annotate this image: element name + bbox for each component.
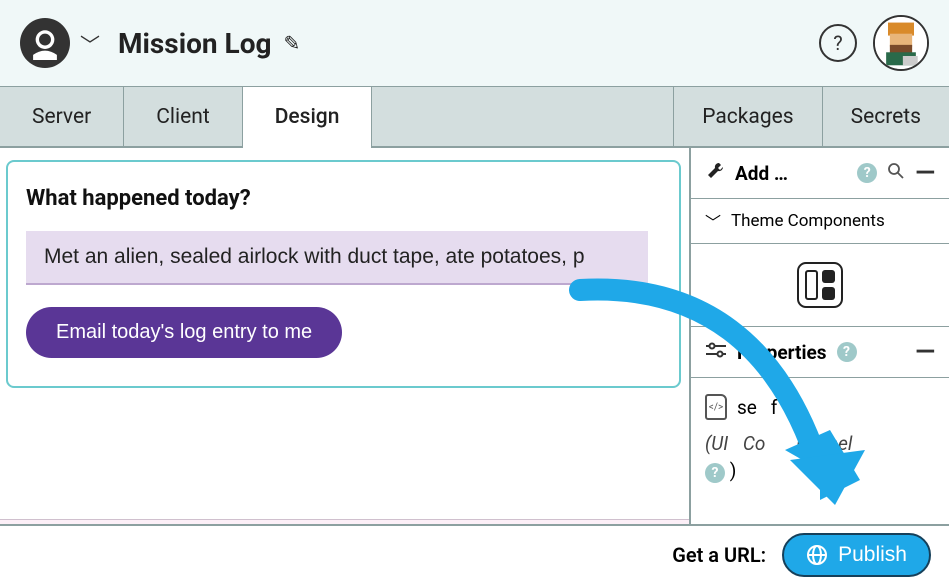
sidebar-properties-header: Properties ? — bbox=[691, 327, 949, 378]
tab-server[interactable]: Server bbox=[0, 87, 124, 146]
get-url-label: Get a URL: bbox=[672, 543, 766, 567]
bottom-bar: Get a URL: Publish bbox=[0, 524, 949, 584]
form-label: What happened today? bbox=[26, 186, 661, 211]
main-area: What happened today? Email today's log e… bbox=[0, 148, 949, 524]
sidebar-theme-header[interactable]: ﹀ Theme Components bbox=[691, 199, 949, 244]
log-entry-input[interactable] bbox=[26, 231, 648, 285]
chevron-down-icon: ﹀ bbox=[705, 209, 721, 233]
astronaut-icon bbox=[28, 26, 62, 60]
layout-component-icon[interactable] bbox=[797, 262, 843, 308]
tab-design[interactable]: Design bbox=[243, 87, 373, 146]
logo-group: ﹀ bbox=[20, 18, 100, 68]
collapse-icon[interactable]: — bbox=[915, 158, 935, 188]
header: ﹀ Mission Log ✎ ? bbox=[0, 0, 949, 86]
sidebar-add-section: Add … ? — bbox=[691, 148, 949, 199]
tab-packages[interactable]: Packages bbox=[674, 87, 822, 146]
edit-title-icon[interactable]: ✎ bbox=[284, 31, 301, 55]
tab-client[interactable]: Client bbox=[124, 87, 242, 146]
self-row[interactable]: </> selllf bbox=[705, 388, 935, 426]
self-type-open: (UI bbox=[705, 432, 728, 455]
sidebar-add-label[interactable]: Add … bbox=[735, 162, 788, 185]
help-button[interactable]: ? bbox=[819, 24, 857, 62]
self-type-label: (UI...ColumnPanel bbox=[705, 426, 935, 455]
properties-body: </> selllf (UI...ColumnPanel ? ) bbox=[691, 378, 949, 493]
help-badge-icon[interactable]: ? bbox=[837, 342, 857, 362]
sidebar: Add … ? — ﹀ Theme Components bbox=[689, 148, 949, 524]
collapse-icon[interactable]: — bbox=[915, 337, 935, 367]
avatar-image bbox=[875, 17, 927, 69]
help-badge-icon[interactable]: ? bbox=[857, 163, 877, 183]
globe-icon bbox=[806, 544, 828, 566]
sidebar-properties-label: Properties bbox=[737, 341, 827, 364]
app-menu-chevron-icon[interactable]: ﹀ bbox=[80, 29, 100, 58]
code-file-icon: </> bbox=[705, 394, 727, 420]
help-badge-icon[interactable]: ? bbox=[705, 463, 725, 483]
sliders-icon bbox=[705, 342, 727, 362]
self-type-end: nPanel bbox=[796, 432, 852, 455]
avatar[interactable] bbox=[873, 15, 929, 71]
tab-secrets[interactable]: Secrets bbox=[823, 87, 949, 146]
sidebar-theme-label: Theme Components bbox=[731, 211, 885, 231]
search-icon[interactable] bbox=[887, 162, 905, 184]
app-title: Mission Log bbox=[118, 27, 272, 60]
publish-button[interactable]: Publish bbox=[782, 533, 931, 577]
email-log-button[interactable]: Email today's log entry to me bbox=[26, 307, 342, 358]
tabs-bar: Server Client Design Packages Secrets bbox=[0, 86, 949, 148]
form-card[interactable]: What happened today? Email today's log e… bbox=[6, 160, 681, 388]
design-canvas[interactable]: What happened today? Email today's log e… bbox=[0, 148, 689, 524]
tabs-spacer bbox=[372, 87, 674, 146]
app-logo[interactable] bbox=[20, 18, 70, 68]
self-type-mid: Co bbox=[743, 432, 766, 455]
self-name-suffix: f bbox=[771, 396, 778, 419]
self-name-prefix: se bbox=[737, 396, 757, 419]
self-type-close: ) bbox=[730, 459, 737, 482]
theme-components-body bbox=[691, 244, 949, 327]
wrench-icon bbox=[705, 161, 725, 185]
publish-label: Publish bbox=[838, 543, 907, 567]
